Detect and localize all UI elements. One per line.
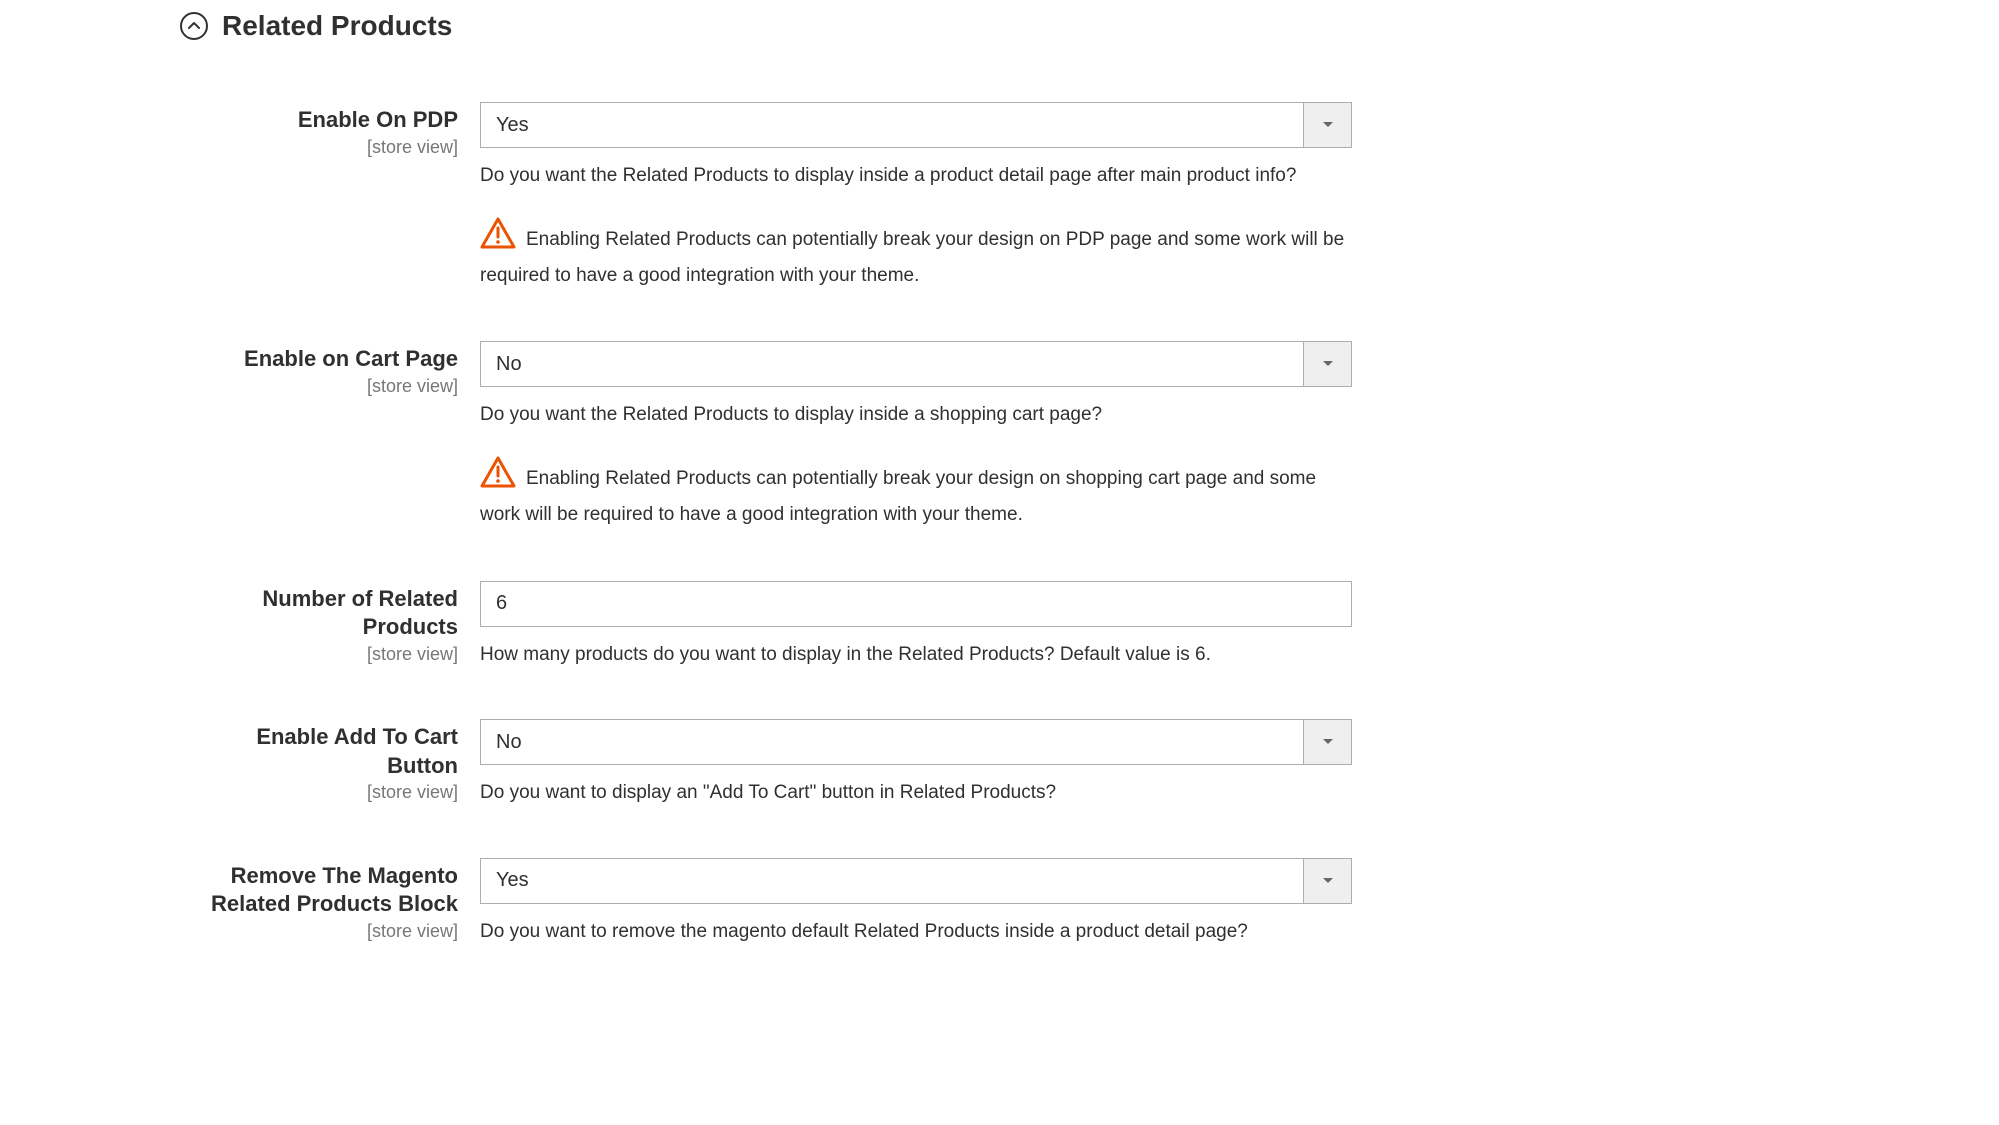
remove-magento-select[interactable]: Yes <box>480 858 1352 904</box>
remove-magento-helper: Do you want to remove the magento defaul… <box>480 918 1352 947</box>
section-title: Related Products <box>222 10 452 42</box>
field-value-col: Yes Do you want the Related Products to … <box>480 102 1352 291</box>
enable-pdp-scope: [store view] <box>180 137 458 158</box>
remove-magento-value: Yes <box>481 869 1303 892</box>
field-label-col: Remove The Magento Related Products Bloc… <box>180 858 480 942</box>
enable-pdp-label: Enable On PDP <box>180 106 458 135</box>
enable-cart-helper: Do you want the Related Products to disp… <box>480 401 1352 430</box>
chevron-up-icon <box>187 19 201 33</box>
enable-add-cart-select[interactable]: No <box>480 719 1352 765</box>
enable-cart-warning: Enabling Related Products can potentiall… <box>480 458 1352 531</box>
select-arrow-box <box>1303 720 1351 764</box>
number-related-helper: How many products do you want to display… <box>480 641 1352 670</box>
collapse-toggle-icon[interactable] <box>180 12 208 40</box>
number-related-label: Number of Related Products <box>180 585 458 642</box>
field-label-col: Enable on Cart Page [store view] <box>180 341 480 397</box>
chevron-down-icon <box>1322 877 1334 885</box>
enable-pdp-select[interactable]: Yes <box>480 102 1352 148</box>
enable-cart-scope: [store view] <box>180 376 458 397</box>
chevron-down-icon <box>1322 121 1334 129</box>
enable-add-cart-label: Enable Add To Cart Button <box>180 723 458 780</box>
field-enable-cart: Enable on Cart Page [store view] No Do y… <box>180 341 1819 530</box>
field-enable-pdp: Enable On PDP [store view] Yes Do you wa… <box>180 102 1819 291</box>
number-related-input[interactable] <box>480 581 1352 627</box>
chevron-down-icon <box>1322 360 1334 368</box>
chevron-down-icon <box>1322 738 1334 746</box>
enable-add-cart-scope: [store view] <box>180 782 458 803</box>
enable-cart-warning-text: Enabling Related Products can potentiall… <box>480 468 1316 525</box>
field-label-col: Enable Add To Cart Button [store view] <box>180 719 480 803</box>
field-value-col: How many products do you want to display… <box>480 581 1352 670</box>
field-value-col: No Do you want to display an "Add To Car… <box>480 719 1352 808</box>
enable-cart-value: No <box>481 353 1303 376</box>
field-label-col: Number of Related Products [store view] <box>180 581 480 665</box>
enable-pdp-warning-text: Enabling Related Products can potentiall… <box>480 229 1344 286</box>
enable-pdp-value: Yes <box>481 114 1303 137</box>
section-header: Related Products <box>180 10 1819 42</box>
field-label-col: Enable On PDP [store view] <box>180 102 480 158</box>
warning-icon <box>480 456 516 498</box>
number-related-scope: [store view] <box>180 644 458 665</box>
enable-pdp-helper: Do you want the Related Products to disp… <box>480 162 1352 191</box>
field-remove-magento: Remove The Magento Related Products Bloc… <box>180 858 1819 947</box>
remove-magento-scope: [store view] <box>180 921 458 942</box>
select-arrow-box <box>1303 103 1351 147</box>
enable-pdp-warning: Enabling Related Products can potentiall… <box>480 219 1352 292</box>
enable-cart-label: Enable on Cart Page <box>180 345 458 374</box>
field-number-related: Number of Related Products [store view] … <box>180 581 1819 670</box>
field-enable-add-cart: Enable Add To Cart Button [store view] N… <box>180 719 1819 808</box>
select-arrow-box <box>1303 859 1351 903</box>
field-value-col: Yes Do you want to remove the magento de… <box>480 858 1352 947</box>
enable-add-cart-value: No <box>481 731 1303 754</box>
enable-cart-select[interactable]: No <box>480 341 1352 387</box>
warning-icon <box>480 217 516 259</box>
select-arrow-box <box>1303 342 1351 386</box>
enable-add-cart-helper: Do you want to display an "Add To Cart" … <box>480 779 1352 808</box>
field-value-col: No Do you want the Related Products to d… <box>480 341 1352 530</box>
remove-magento-label: Remove The Magento Related Products Bloc… <box>180 862 458 919</box>
